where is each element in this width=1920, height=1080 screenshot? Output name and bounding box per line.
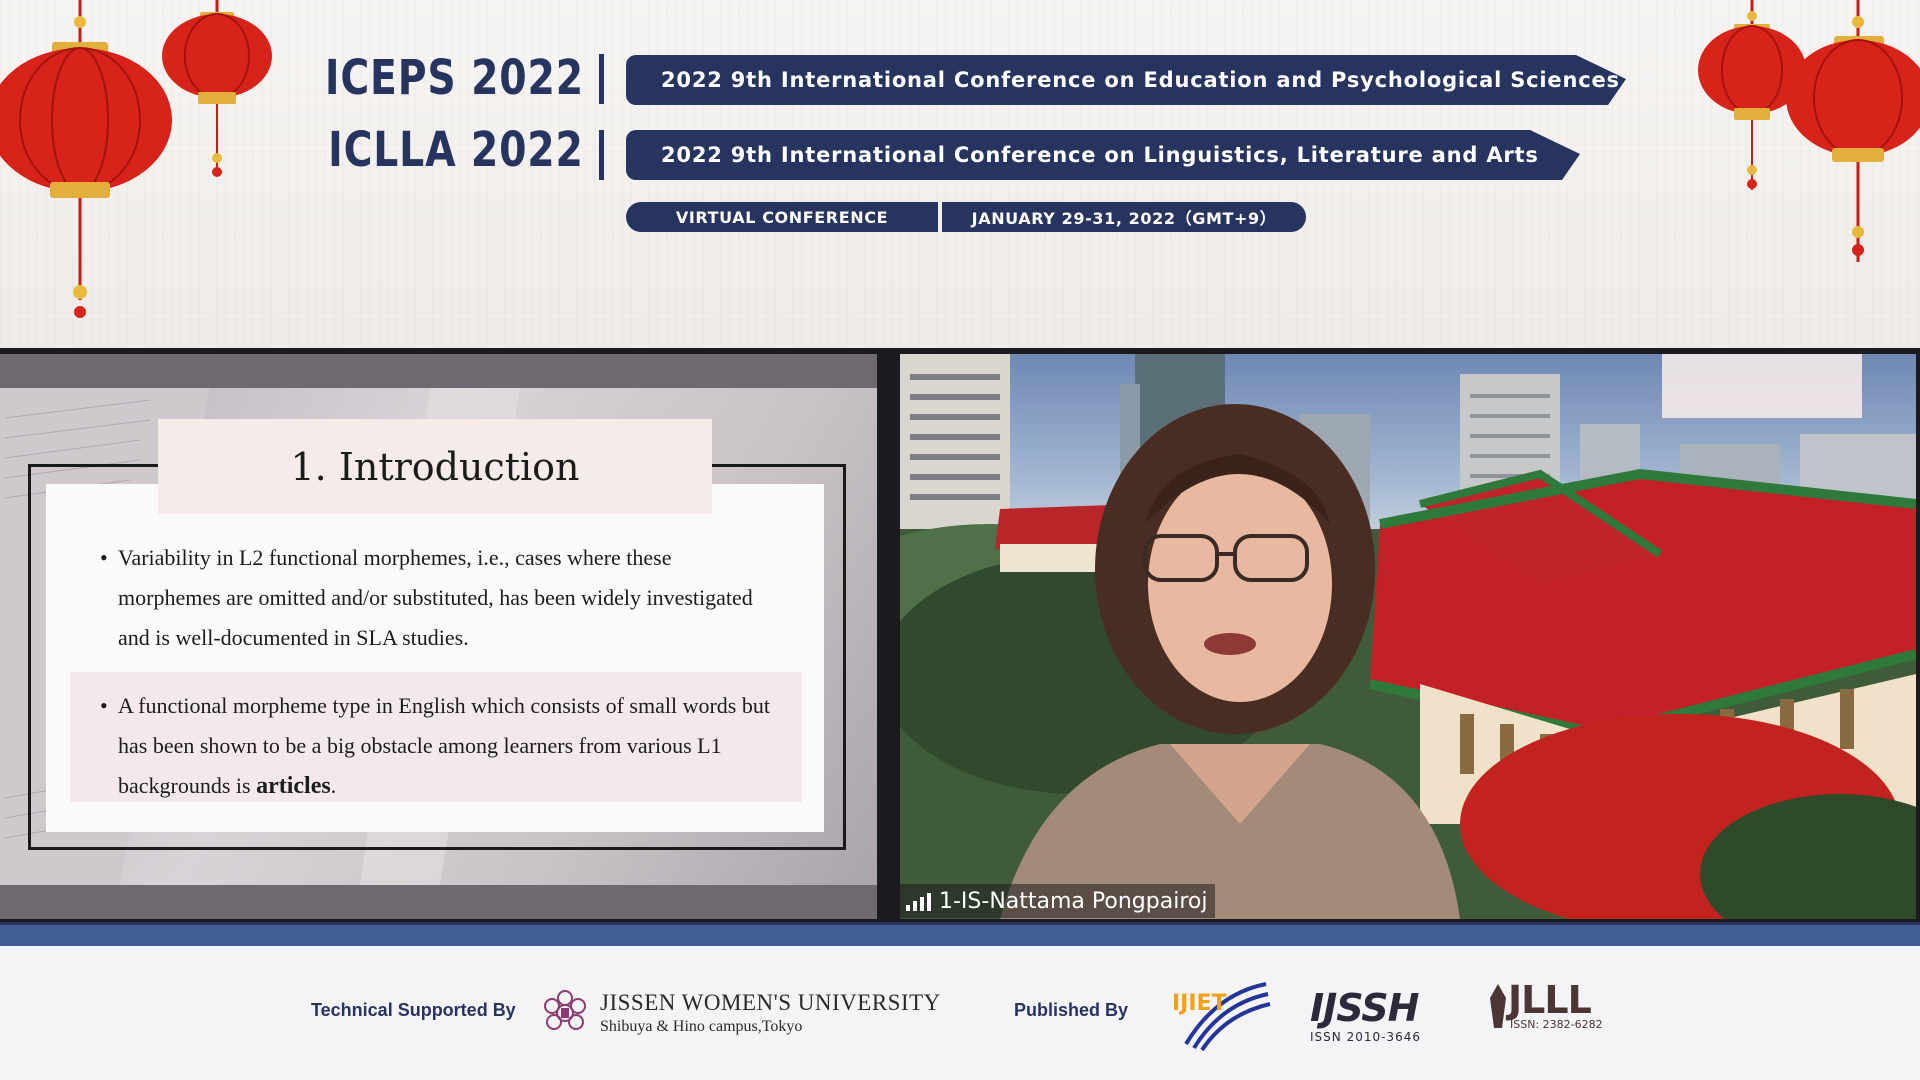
footer-divider-strip	[0, 922, 1920, 949]
slide-bullet: • A functional morpheme type in English w…	[100, 693, 770, 799]
signal-strength-icon	[906, 891, 931, 911]
ijssh-logo: IJSSH	[1310, 986, 1419, 1030]
slide-letterbox-bottom	[0, 885, 877, 919]
conference-dates-badge: JANUARY 29-31, 2022（GMT+9）	[942, 202, 1306, 232]
participant-name-tag: 1-IS-Nattama Pongpairoj	[900, 884, 1216, 918]
sponsor-footer: Technical Supported By JISSEN WOMEN'S UN…	[0, 946, 1920, 1080]
conference-title-iceps: 2022 9th International Conference on Edu…	[626, 55, 1626, 105]
slide-title: 1. Introduction	[158, 419, 712, 514]
slide-bullet-text: A functional morpheme type in English wh…	[118, 693, 770, 798]
participant-name: 1-IS-Nattama Pongpairoj	[939, 888, 1208, 914]
shared-slide[interactable]: 1. Introduction • Variability in L2 funct…	[0, 354, 877, 919]
jissen-university-crest-icon	[544, 990, 586, 1030]
slide-bullet-end: .	[330, 773, 337, 798]
video-stage: 1. Introduction • Variability in L2 funct…	[0, 348, 1920, 928]
svg-text:IJIET: IJIET	[1172, 991, 1227, 1016]
conference-title-iclla: 2022 9th International Conference on Lin…	[626, 130, 1580, 180]
slide-letterbox-top	[0, 354, 877, 388]
university-name: JISSEN WOMEN'S UNIVERSITY	[600, 990, 941, 1015]
conference-banner: ICEPS 2022 2022 9th International Confer…	[0, 0, 1920, 348]
ijlll-pen-icon	[1490, 984, 1506, 1028]
speaker-video[interactable]	[900, 354, 1916, 919]
campus-background-image	[900, 354, 1916, 919]
lantern-left-large-icon	[0, 0, 172, 318]
slide-emphasis: articles	[256, 773, 331, 799]
conference-acronym-iceps: ICEPS 2022	[324, 50, 584, 106]
ijlll-logo: JLLL	[1508, 978, 1592, 1022]
ijlll-issn: ISSN: 2382-6282	[1510, 1018, 1603, 1031]
ijiet-logo-icon: IJIET	[1172, 982, 1271, 1052]
slide-bullet: • Variability in L2 functional morphemes,…	[100, 545, 753, 650]
lantern-left-small-icon	[162, 0, 272, 177]
conference-acronym-iclla: ICLLA 2022	[328, 122, 584, 178]
lantern-right-large-icon	[1786, 0, 1920, 262]
published-by-label: Published By	[1014, 1000, 1129, 1020]
slide-bullet-text: Variability in L2 functional morphemes, …	[118, 545, 753, 650]
conference-format-badge: VIRTUAL CONFERENCE	[626, 202, 938, 232]
divider-bar	[599, 54, 604, 104]
divider-bar	[599, 130, 604, 180]
technical-support-label: Technical Supported By	[311, 1000, 516, 1020]
university-campus: Shibuya & Hino campus,Tokyo	[600, 1018, 803, 1035]
ijssh-issn: ISSN 2010-3646	[1310, 1030, 1421, 1044]
